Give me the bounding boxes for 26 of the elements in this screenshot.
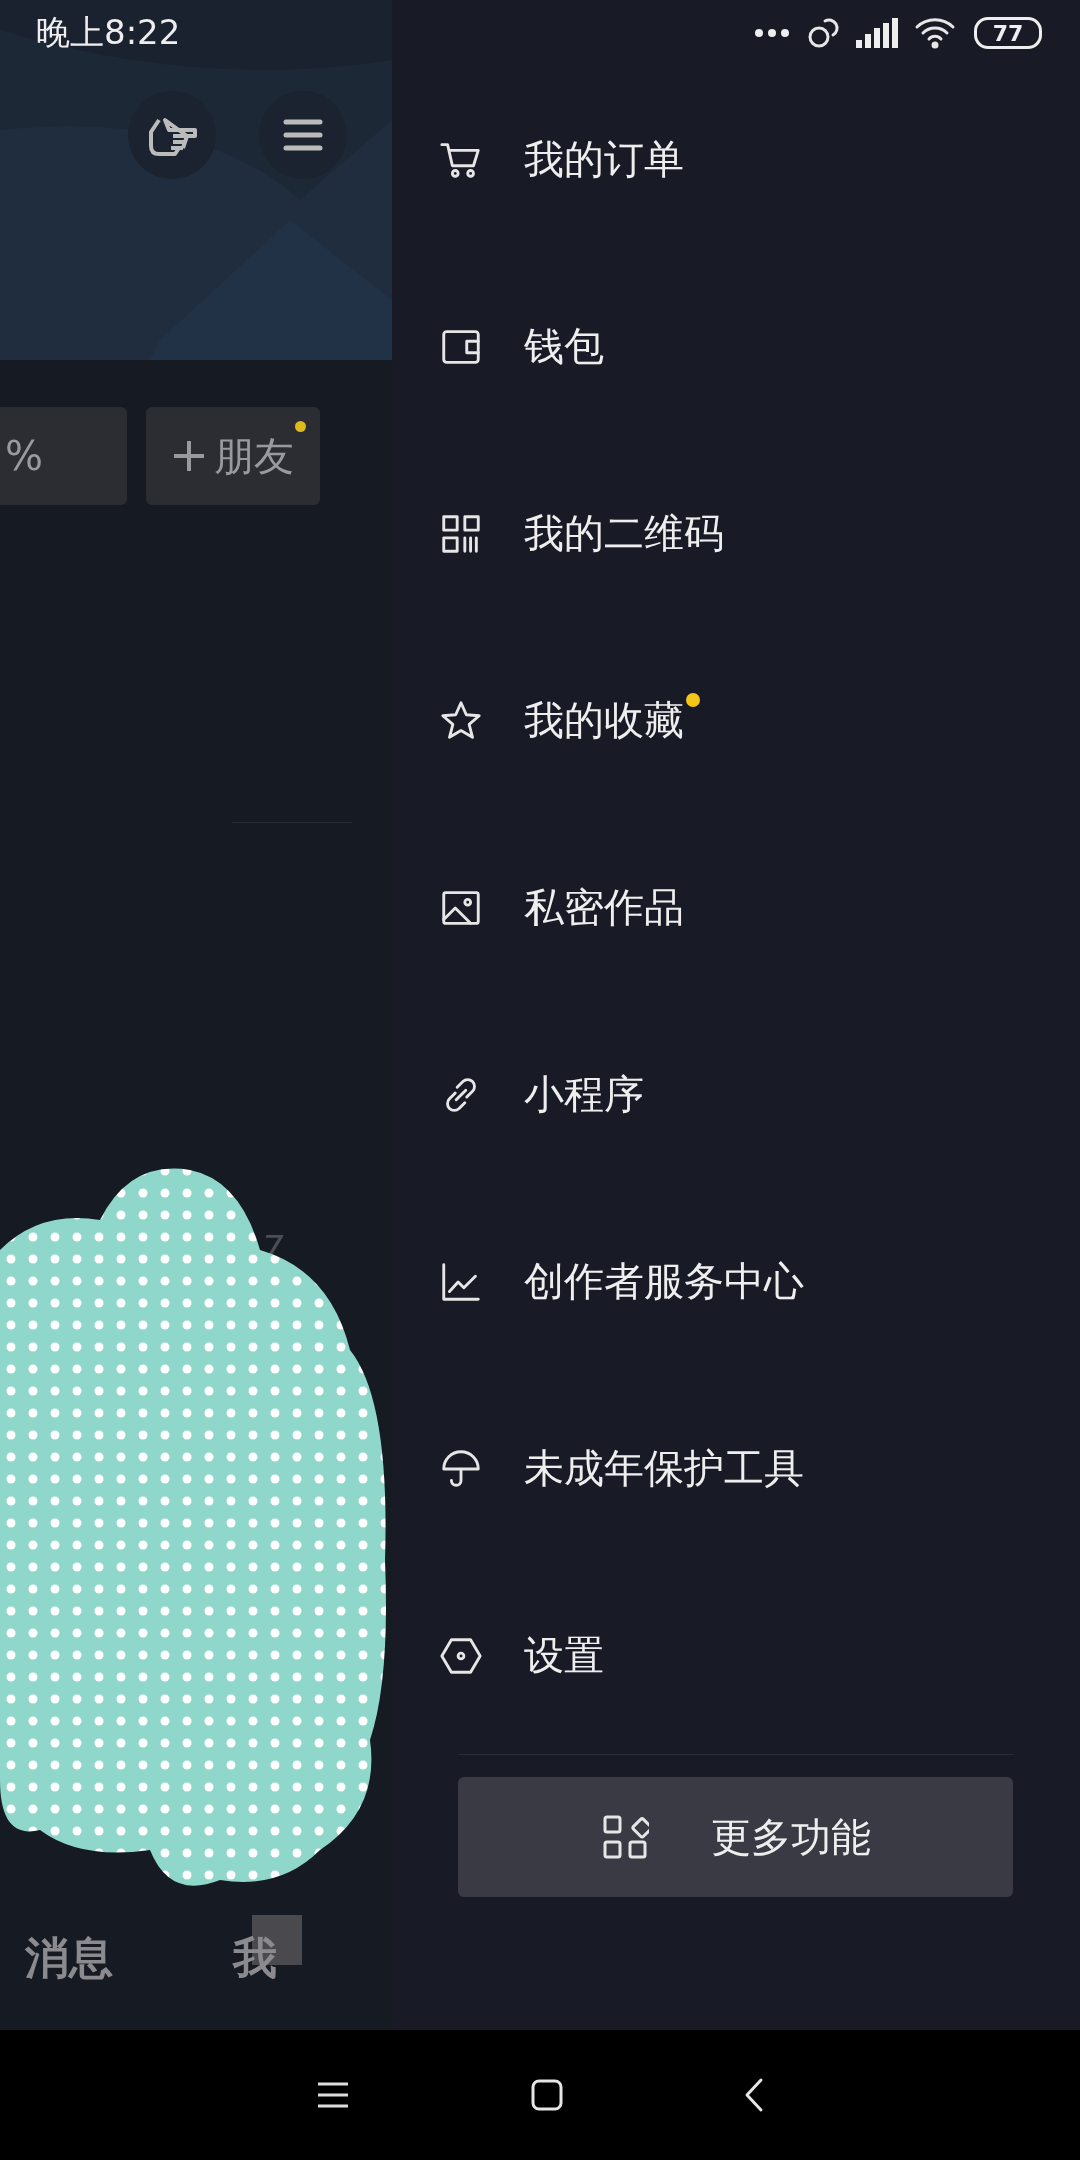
menu-item[interactable]: 我的订单: [524, 132, 684, 187]
menu-item[interactable]: 私密作品: [524, 880, 684, 935]
menu-item[interactable]: 我的收藏: [524, 693, 684, 748]
add-friend-button[interactable]: 朋友: [146, 407, 320, 505]
menu-item[interactable]: 钱包: [524, 319, 604, 374]
more-dots-icon: [754, 28, 790, 38]
menu-item[interactable]: 未成年保护工具: [524, 1441, 804, 1496]
menu-item[interactable]: 创作者服务中心: [524, 1254, 804, 1309]
signal-icon: [856, 18, 898, 48]
home-key[interactable]: [530, 2078, 564, 2112]
battery-icon: 77: [974, 17, 1042, 49]
menu-item[interactable]: 设置: [524, 1628, 604, 1683]
status-time: 晚上8:22: [36, 11, 181, 54]
home-icon: [530, 2078, 564, 2112]
back-key[interactable]: [744, 2077, 764, 2113]
action-button[interactable]: %: [0, 407, 127, 505]
tab[interactable]: 消息: [25, 1929, 113, 1988]
back-icon: [744, 2077, 764, 2113]
more-features-button[interactable]: 更多功能: [458, 1777, 1013, 1897]
menu-icon: [316, 2082, 350, 2108]
rings-icon: [806, 16, 840, 50]
tab[interactable]: 我: [233, 1929, 277, 1988]
menu-icon: [283, 118, 323, 152]
menu-key[interactable]: [316, 2082, 350, 2108]
menu-item[interactable]: 小程序: [524, 1067, 644, 1122]
menu-item[interactable]: 我的二维码: [524, 506, 724, 561]
